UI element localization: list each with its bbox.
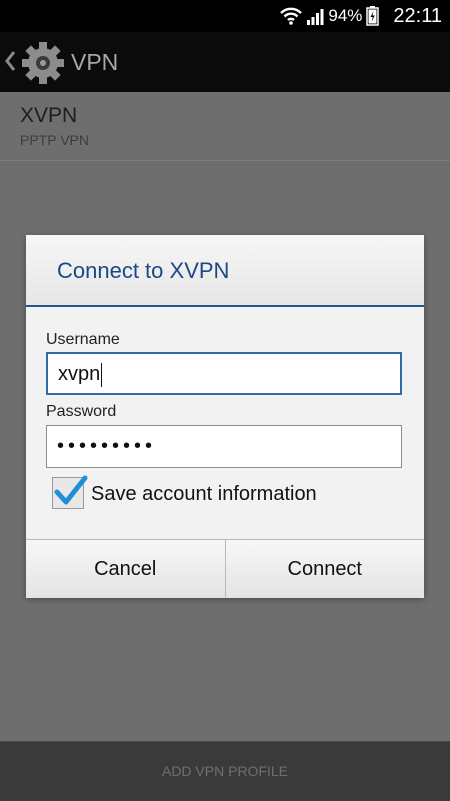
battery-icon <box>366 6 380 26</box>
vpn-type: PPTP VPN <box>20 132 89 148</box>
bottom-bar: ADD VPN PROFILE <box>0 741 450 801</box>
wifi-icon <box>280 7 303 25</box>
action-bar: VPN <box>0 32 450 92</box>
checkmark-icon <box>54 475 88 505</box>
cancel-button[interactable]: Cancel <box>26 540 225 598</box>
save-account-checkbox[interactable] <box>52 475 88 509</box>
back-chevron-icon[interactable] <box>4 50 16 77</box>
password-label: Password <box>46 403 117 420</box>
add-vpn-profile-button[interactable]: ADD VPN PROFILE <box>0 763 450 779</box>
connect-button[interactable]: Connect <box>224 540 424 598</box>
username-field[interactable]: xvpn <box>46 352 402 395</box>
connect-dialog: Connect to XVPN Username xvpn Password •… <box>26 235 424 598</box>
dialog-title: Connect to XVPN <box>57 258 230 283</box>
dialog-header: Connect to XVPN <box>26 235 424 307</box>
status-bar: 94% 22:11 <box>0 0 450 32</box>
password-mask: ••••••••• <box>57 435 157 457</box>
dialog-body: Username xvpn Password ••••••••• Save ac… <box>26 307 424 539</box>
battery-percent: 94% <box>328 6 363 25</box>
clock: 22:11 <box>393 4 442 27</box>
gear-icon[interactable] <box>20 40 66 91</box>
username-label: Username <box>46 331 120 348</box>
vpn-name: XVPN <box>20 104 78 127</box>
password-field[interactable]: ••••••••• <box>46 425 402 468</box>
dialog-buttons: Cancel Connect <box>26 539 424 598</box>
signal-icon <box>306 7 324 25</box>
status-icons: 94% 22:11 <box>280 0 442 32</box>
save-account-label[interactable]: Save account information <box>91 483 317 506</box>
text-caret <box>101 362 103 387</box>
username-value: xvpn <box>58 363 101 385</box>
action-bar-title: VPN <box>71 49 119 75</box>
vpn-list-item[interactable]: XVPN PPTP VPN <box>0 92 450 161</box>
